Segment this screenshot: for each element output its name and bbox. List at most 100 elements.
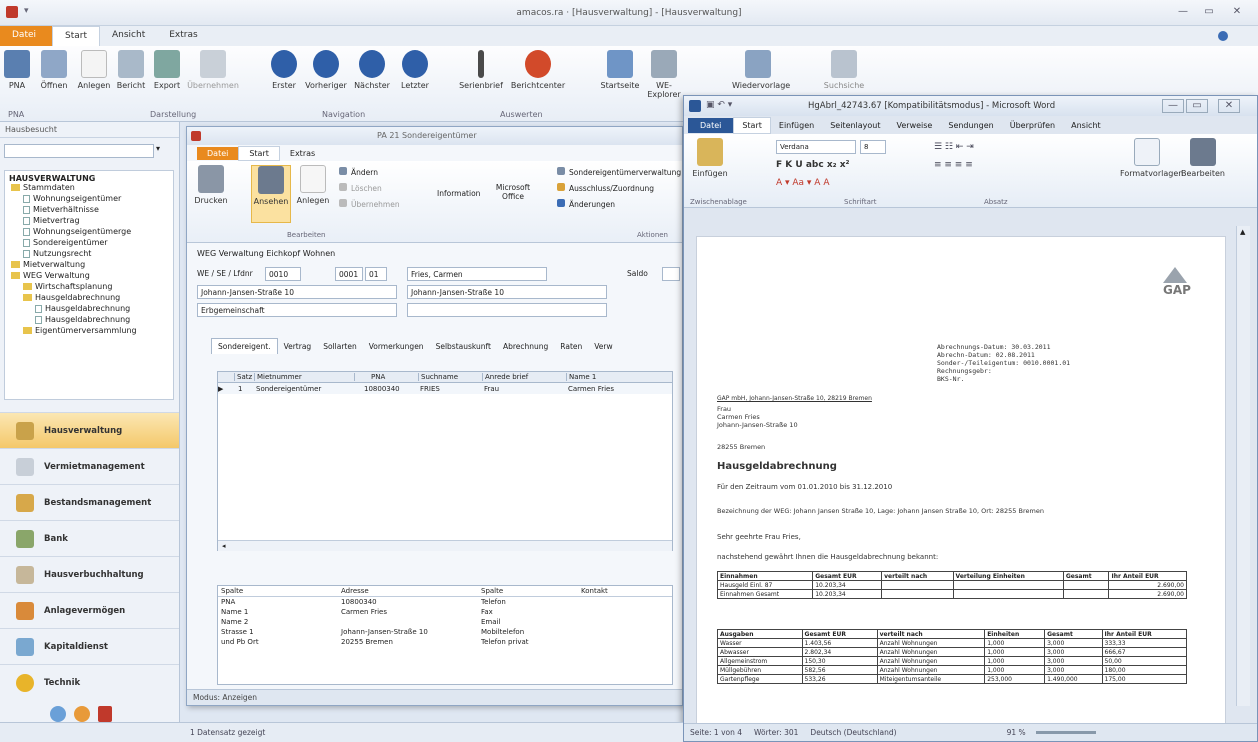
accept-record-button[interactable]: Übernehmen	[339, 199, 400, 209]
close-button[interactable]: ✕	[1226, 6, 1248, 20]
last-button[interactable]: Letzter	[398, 50, 432, 90]
search-button[interactable]: Suchsiche	[820, 50, 868, 90]
name-field[interactable]: Fries, Carmen	[407, 267, 547, 281]
dropdown-icon[interactable]: ▾	[156, 144, 160, 153]
serial-letter-button[interactable]: Serienbrief	[456, 50, 506, 90]
font-size-select[interactable]: 8	[860, 140, 886, 154]
tab-verw[interactable]: Verw	[588, 339, 618, 354]
report-button[interactable]: Bericht	[114, 50, 148, 90]
col-suchname[interactable]: Suchname	[418, 373, 482, 381]
module-hausverwaltung[interactable]: Hausverwaltung	[0, 412, 179, 448]
tree-item[interactable]: Mietverhältnisse	[5, 204, 173, 215]
font-select[interactable]: Verdana	[776, 140, 856, 154]
word-tab-review[interactable]: Überprüfen	[1002, 118, 1063, 133]
open-button[interactable]: Öffnen	[36, 50, 72, 90]
page-count[interactable]: Seite: 1 von 4	[690, 728, 742, 737]
saldo-field[interactable]	[662, 267, 680, 281]
zoom-slider[interactable]	[1035, 731, 1096, 734]
type-field[interactable]: Erbgemeinschaft	[197, 303, 397, 317]
paragraph-icons[interactable]: ☰ ☷ ⇤ ⇥	[934, 142, 974, 152]
zoom-level[interactable]: 91 %	[1007, 728, 1026, 737]
module-anlagevermoegen[interactable]: Anlagevermögen	[0, 592, 179, 628]
tree-item[interactable]: Wohnungseigentümer	[5, 193, 173, 204]
print-button[interactable]: Drucken	[191, 165, 231, 205]
helper-icon[interactable]	[74, 706, 90, 722]
tab-sollarten[interactable]: Sollarten	[317, 339, 363, 354]
se-field[interactable]: 0001	[335, 267, 363, 281]
module-technik[interactable]: Technik	[0, 664, 179, 700]
owner-tab-file[interactable]: Datei	[197, 146, 239, 160]
word-save-icon[interactable]: ▣ ↶ ▾	[706, 100, 732, 110]
format-icons[interactable]: F K U abc x₂ x²	[776, 160, 849, 170]
we-field[interactable]: 0010	[265, 267, 301, 281]
next-button[interactable]: Nächster	[350, 50, 394, 90]
address-field[interactable]: Johann-Jansen-Straße 10	[197, 285, 397, 299]
word-minimize-button[interactable]: —	[1162, 99, 1184, 113]
detail-row[interactable]: und Pb Ort 20255 Bremen Telefon privat	[218, 637, 672, 647]
lfd-field[interactable]: 01	[365, 267, 387, 281]
create-record-button[interactable]: Anlegen	[293, 165, 333, 205]
detail-row[interactable]: Strasse 1 Johann-Jansen-Straße 10 Mobiltel…	[218, 627, 672, 637]
word-count[interactable]: Wörter: 301	[754, 728, 798, 737]
detail-row[interactable]: Name 1 Carmen Fries Fax	[218, 607, 672, 617]
information-button[interactable]: Information	[437, 189, 480, 198]
align-icons[interactable]: ≡ ≡ ≡ ≡	[934, 160, 973, 170]
tree-item[interactable]: Nutzungsrecht	[5, 248, 173, 259]
tab-vertrag[interactable]: Vertrag	[278, 339, 318, 354]
create-button[interactable]: Anlegen	[76, 50, 112, 90]
word-tab-file[interactable]: Datei	[688, 117, 734, 133]
tab-extras[interactable]: Extras	[157, 26, 209, 46]
tab-sondereigent[interactable]: Sondereigent.	[211, 338, 278, 354]
pdf-icon[interactable]	[98, 706, 112, 722]
globe-icon[interactable]	[50, 706, 66, 722]
col-pna[interactable]: PNA	[354, 373, 418, 381]
tree-item[interactable]: Eigentümerversammlung	[5, 325, 173, 336]
word-tab-start[interactable]: Start	[733, 116, 771, 134]
word-tab-view[interactable]: Ansicht	[1063, 118, 1109, 133]
scroll-left-icon[interactable]: ◂	[222, 542, 226, 550]
tree-item[interactable]: Hausgeldabrechnung	[5, 292, 173, 303]
language[interactable]: Deutsch (Deutschland)	[810, 728, 896, 737]
tab-selbstauskunft[interactable]: Selbstauskunft	[430, 339, 497, 354]
styles-button[interactable]: Formatvorlagen	[1120, 138, 1183, 178]
col-miet[interactable]: Mietnummer	[254, 373, 354, 381]
extra-field[interactable]	[407, 303, 607, 317]
word-tab-mailings[interactable]: Sendungen	[940, 118, 1001, 133]
module-kapitaldienst[interactable]: Kapitaldienst	[0, 628, 179, 664]
col-name1[interactable]: Name 1	[566, 373, 646, 381]
tree-item[interactable]: Sondereigentümer	[5, 237, 173, 248]
edit-button[interactable]: Ändern	[339, 167, 378, 177]
exclusion-button[interactable]: Ausschluss/Zuordnung	[557, 183, 654, 193]
editing-button[interactable]: Bearbeiten	[1178, 138, 1228, 178]
tab-vormerkungen[interactable]: Vormerkungen	[363, 339, 430, 354]
owner-tab-extras[interactable]: Extras	[280, 147, 325, 160]
tree-item[interactable]: Hausgeldabrechnung	[5, 303, 173, 314]
minimize-button[interactable]: —	[1172, 6, 1194, 20]
accept-button[interactable]: Übernehmen	[186, 50, 240, 90]
tree-item[interactable]: Wohnungseigentümerge	[5, 226, 173, 237]
address-field-2[interactable]: Johann-Jansen-Straße 10	[407, 285, 607, 299]
color-icons[interactable]: A ▾ Aa ▾ A A	[776, 178, 829, 188]
tree-item[interactable]: Mietvertrag	[5, 215, 173, 226]
maximize-button[interactable]: ▭	[1198, 6, 1220, 20]
word-tab-references[interactable]: Verweise	[889, 118, 941, 133]
paste-button[interactable]: Einfügen	[690, 138, 730, 178]
nav-filter[interactable]	[4, 144, 154, 158]
scroll-up-icon[interactable]: ▲	[1240, 228, 1245, 236]
owner-management-button[interactable]: Sondereigentümerverwaltung	[557, 167, 681, 177]
changes-button[interactable]: Änderungen	[557, 199, 615, 209]
tab-raten[interactable]: Raten	[554, 339, 588, 354]
delete-button[interactable]: Löschen	[339, 183, 382, 193]
resubmission-button[interactable]: Wiedervorlage	[732, 50, 790, 90]
module-vermietmanagement[interactable]: Vermietmanagement	[0, 448, 179, 484]
col-satz[interactable]: Satz	[234, 373, 254, 381]
word-tab-layout[interactable]: Seitenlayout	[822, 118, 888, 133]
tree-item[interactable]: Wirtschaftsplanung	[5, 281, 173, 292]
previous-button[interactable]: Vorheriger	[304, 50, 348, 90]
help-icon[interactable]	[1218, 31, 1228, 41]
word-close-button[interactable]: ✕	[1218, 99, 1240, 113]
startpage-button[interactable]: Startseite	[598, 50, 642, 90]
tab-file[interactable]: Datei	[0, 26, 52, 46]
first-button[interactable]: Erster	[268, 50, 300, 90]
tree-item[interactable]: Hausgeldabrechnung	[5, 314, 173, 325]
